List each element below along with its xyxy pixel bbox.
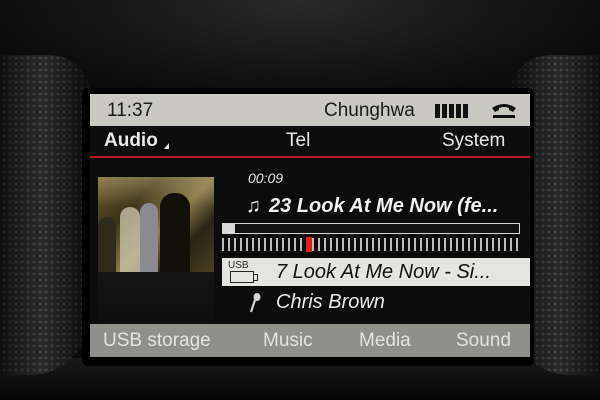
phone-handset-icon[interactable]: [490, 102, 518, 120]
left-speaker-grille: [0, 55, 90, 375]
menu-tel[interactable]: Tel: [286, 130, 310, 152]
signal-strength-icon: [435, 104, 468, 118]
bottom-menu-bar: USB storage Music Media Sound: [90, 324, 530, 357]
microphone-icon: [249, 293, 261, 313]
scrubber-knob[interactable]: [306, 237, 313, 252]
track-title: 23 Look At Me Now (fe...: [269, 195, 499, 217]
menu-music[interactable]: Music: [263, 330, 313, 352]
usb-label: USB: [228, 260, 249, 271]
carrier-name: Chunghwa: [324, 100, 415, 121]
menu-audio[interactable]: Audio: [104, 130, 158, 152]
usb-track-row[interactable]: USB 7 Look At Me Now - Si...: [222, 258, 530, 286]
artist-name: Chris Brown: [276, 291, 385, 313]
music-note-icon: ♫: [246, 195, 261, 217]
menu-system[interactable]: System: [442, 130, 505, 152]
current-track[interactable]: ♫ 23 Look At Me Now (fe...: [246, 195, 498, 218]
usb-icon: [230, 271, 258, 283]
playback-progress-bar: [222, 223, 520, 234]
track-scrubber[interactable]: [222, 237, 518, 252]
infotainment-screen: 11:37 Chunghwa Audio Tel System 00:09 ♫ 2…: [90, 94, 530, 357]
clock: 11:37: [107, 100, 154, 121]
menu-media[interactable]: Media: [359, 330, 411, 352]
audio-dropdown-icon: [164, 143, 169, 149]
status-bar: 11:37 Chunghwa: [90, 94, 530, 126]
elapsed-time: 00:09: [248, 170, 284, 186]
album-art-reflection: [98, 272, 214, 332]
album-art: [98, 177, 214, 272]
menu-usb-storage[interactable]: USB storage: [103, 330, 211, 352]
dashboard-top: [0, 0, 600, 95]
main-menu-bar: Audio Tel System: [90, 126, 530, 158]
usb-track-title: 7 Look At Me Now - Si...: [276, 261, 491, 283]
progress-fill: [223, 224, 235, 233]
menu-sound[interactable]: Sound: [456, 330, 511, 352]
